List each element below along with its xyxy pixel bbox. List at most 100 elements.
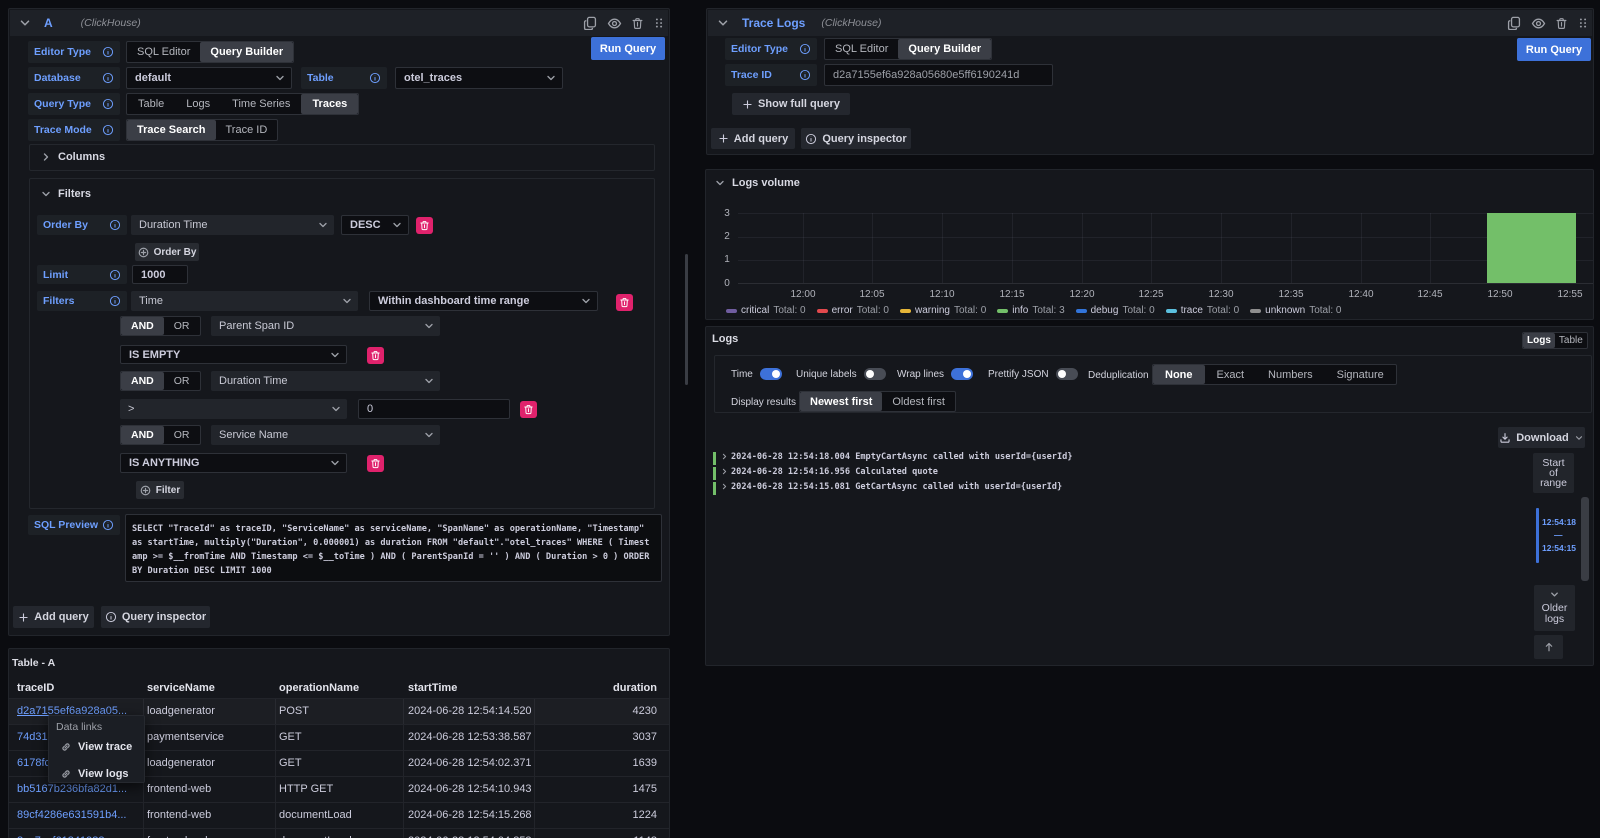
limit-input[interactable]: 1000 <box>132 265 188 284</box>
info-icon[interactable] <box>799 43 811 55</box>
log-row[interactable]: 2024-06-28 12:54:18.004 EmptyCartAsync c… <box>731 452 1073 462</box>
table-select[interactable]: otel_traces <box>395 67 563 89</box>
remove-filter-button[interactable] <box>616 294 633 311</box>
column-header-starttime[interactable]: startTime <box>408 682 457 694</box>
expand-log-icon[interactable] <box>720 452 729 461</box>
legend-item-info[interactable]: infoTotal: 3 <box>997 305 1064 316</box>
query-row-header-a[interactable]: A (ClickHouse) <box>10 10 668 36</box>
condition-and[interactable]: AND <box>121 372 164 390</box>
editor-type-sql[interactable]: SQL Editor <box>127 42 200 62</box>
run-query-button[interactable]: Run Query <box>1517 38 1591 61</box>
query-type-timeseries[interactable]: Time Series <box>221 94 301 114</box>
query-type-table[interactable]: Table <box>127 94 175 114</box>
editor-type-builder[interactable]: Query Builder <box>898 39 991 59</box>
query-row-header-trace-logs[interactable]: Trace Logs (ClickHouse) <box>708 10 1592 36</box>
query-type-logs[interactable]: Logs <box>175 94 221 114</box>
legend-item-error[interactable]: errorTotal: 0 <box>817 305 889 316</box>
condition-op-select[interactable]: IS EMPTY <box>120 345 347 364</box>
display-oldest[interactable]: Oldest first <box>882 392 955 411</box>
duplicate-query-icon[interactable] <box>583 16 597 30</box>
download-button[interactable]: Download <box>1498 427 1585 448</box>
show-full-query-button[interactable]: Show full query <box>732 93 850 115</box>
info-icon[interactable] <box>799 69 811 81</box>
query-type-traces[interactable]: Traces <box>301 94 358 114</box>
delete-query-icon[interactable] <box>631 17 644 30</box>
column-header-servicename[interactable]: serviceName <box>147 682 215 694</box>
query-inspector-button[interactable]: Query inspector <box>801 128 911 149</box>
expand-log-icon[interactable] <box>720 467 729 476</box>
trace-link[interactable]: 89cf4286e631591b4... <box>17 809 127 821</box>
info-icon[interactable] <box>102 124 114 136</box>
expand-log-icon[interactable] <box>720 482 729 491</box>
order-by-direction-select[interactable]: DESC <box>341 215 409 235</box>
start-of-range-button[interactable]: Start of range <box>1533 453 1574 493</box>
display-newest[interactable]: Newest first <box>800 392 882 411</box>
logs-volume-header[interactable]: Logs volume <box>714 177 800 189</box>
view-table[interactable]: Table <box>1555 333 1587 348</box>
remove-condition-button[interactable] <box>367 347 384 364</box>
condition-op-select[interactable]: > <box>120 399 347 419</box>
dedup-numbers[interactable]: Numbers <box>1256 365 1325 384</box>
info-icon[interactable] <box>102 46 114 58</box>
condition-or[interactable]: OR <box>164 317 200 335</box>
condition-field-select[interactable]: Duration Time <box>211 371 440 391</box>
prettify-json-toggle[interactable] <box>1056 368 1078 380</box>
drag-handle-icon[interactable] <box>653 17 665 29</box>
info-icon[interactable] <box>369 72 381 84</box>
info-icon[interactable] <box>102 98 114 110</box>
add-query-button[interactable]: Add query <box>13 606 94 628</box>
remove-condition-button[interactable] <box>520 401 537 418</box>
trace-mode-id[interactable]: Trace ID <box>216 120 278 140</box>
column-header-operationname[interactable]: operationName <box>279 682 359 694</box>
log-row[interactable]: 2024-06-28 12:54:16.956 Calculated quote <box>731 467 938 477</box>
info-icon[interactable] <box>109 219 121 231</box>
info-icon[interactable] <box>109 295 121 307</box>
condition-and[interactable]: AND <box>121 426 164 444</box>
query-inspector-button[interactable]: Query inspector <box>101 606 210 628</box>
filter-field-select[interactable]: Time <box>131 291 358 311</box>
logs-scrollbar[interactable] <box>1581 497 1589 581</box>
condition-field-select[interactable]: Service Name <box>211 425 440 445</box>
column-header-duration[interactable]: duration <box>537 682 657 694</box>
info-icon[interactable] <box>102 72 114 84</box>
wrap-lines-toggle[interactable] <box>951 368 973 380</box>
older-logs-button[interactable]: Older logs <box>1534 585 1575 631</box>
hide-query-icon[interactable] <box>607 16 622 31</box>
query-ref-name[interactable]: A <box>44 16 53 30</box>
legend-item-debug[interactable]: debugTotal: 0 <box>1076 305 1155 316</box>
column-header-traceid[interactable]: traceID <box>17 682 54 694</box>
add-query-button[interactable]: Add query <box>711 128 795 149</box>
chevron-down-icon[interactable] <box>716 16 730 30</box>
data-links-view-trace[interactable]: View trace <box>49 736 146 758</box>
condition-or[interactable]: OR <box>164 372 200 390</box>
legend-item-warning[interactable]: warningTotal: 0 <box>900 305 986 316</box>
info-icon[interactable] <box>102 519 114 531</box>
run-query-button[interactable]: Run Query <box>591 37 665 60</box>
condition-op-select[interactable]: IS ANYTHING <box>120 453 347 473</box>
condition-field-select[interactable]: Parent Span ID <box>211 316 440 336</box>
info-icon[interactable] <box>109 269 121 281</box>
chevron-down-icon[interactable] <box>18 16 32 30</box>
filters-section-header[interactable]: Filters <box>40 188 91 200</box>
add-filter-button[interactable]: Filter <box>136 481 184 499</box>
data-links-view-logs[interactable]: View logs <box>49 763 146 785</box>
legend-item-trace[interactable]: traceTotal: 0 <box>1166 305 1239 316</box>
view-logs[interactable]: Logs <box>1523 333 1555 348</box>
log-nav-timeline[interactable] <box>1536 508 1539 563</box>
trace-id-input[interactable]: d2a7155ef6a928a05680e5ff6190241d <box>824 64 1053 86</box>
hide-query-icon[interactable] <box>1531 16 1546 31</box>
condition-and[interactable]: AND <box>121 317 164 335</box>
scroll-to-top-button[interactable] <box>1534 635 1563 659</box>
unique-labels-toggle[interactable] <box>864 368 886 380</box>
duplicate-query-icon[interactable] <box>1507 16 1521 30</box>
drag-handle-icon[interactable] <box>1577 17 1589 29</box>
table-panel-title[interactable]: Table - A <box>12 657 55 669</box>
editor-type-builder[interactable]: Query Builder <box>200 42 293 62</box>
legend-item-critical[interactable]: criticalTotal: 0 <box>726 305 806 316</box>
filter-op-select[interactable]: Within dashboard time range <box>369 291 598 311</box>
columns-section[interactable]: Columns <box>29 144 655 171</box>
condition-or[interactable]: OR <box>164 426 200 444</box>
order-by-field-select[interactable]: Duration Time <box>131 215 334 235</box>
dedup-none[interactable]: None <box>1153 365 1205 384</box>
remove-order-by-button[interactable] <box>416 217 433 234</box>
